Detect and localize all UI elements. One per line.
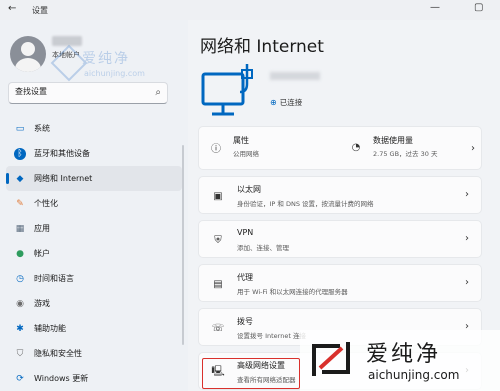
back-arrow-icon[interactable]: ← bbox=[8, 3, 16, 14]
minimize-button[interactable]: — bbox=[430, 2, 440, 13]
search-box[interactable]: ⌕ bbox=[8, 82, 168, 104]
sidebar-item-bluetooth[interactable]: ᛒ 蓝牙和其他设备 bbox=[6, 141, 182, 166]
sidebar-item-time-language[interactable]: ◷ 时间和语言 bbox=[6, 266, 182, 291]
wifi-icon: ◆ bbox=[16, 173, 24, 184]
sidebar-item-label: Windows 更新 bbox=[34, 374, 89, 383]
monitor-icon: ▭ bbox=[15, 123, 25, 134]
scrollbar[interactable] bbox=[182, 145, 184, 345]
proxy-icon: ▤ bbox=[213, 278, 223, 290]
title-bar: ← 设置 — ▢ bbox=[0, 0, 500, 20]
sidebar-item-label: 辅助功能 bbox=[34, 324, 66, 333]
sidebar-item-label: 时间和语言 bbox=[34, 274, 74, 283]
card-subtitle: 身份验证，IP 和 DNS 设置，按流量计费的网络 bbox=[237, 200, 374, 208]
sidebar-item-label: 隐私和安全性 bbox=[34, 349, 82, 358]
page-title: 网络和 Internet bbox=[200, 37, 324, 57]
dialup-card[interactable]: ☏ 拨号 设置拨号 Internet 连接 › bbox=[198, 308, 482, 346]
sidebar-item-personalization[interactable]: ✎ 个性化 bbox=[6, 191, 182, 216]
brush-icon: ✎ bbox=[16, 198, 24, 209]
sidebar-item-apps[interactable]: ▦ 应用 bbox=[6, 216, 182, 241]
dialup-icon: ☏ bbox=[211, 322, 225, 334]
shield-icon: ⛉ bbox=[16, 348, 24, 359]
chevron-right-icon: › bbox=[471, 143, 475, 154]
search-input[interactable] bbox=[15, 87, 145, 96]
sidebar-item-system[interactable]: ▭ 系统 bbox=[6, 116, 182, 141]
sidebar-item-accounts[interactable]: ● 帐户 bbox=[6, 241, 182, 266]
chevron-right-icon: › bbox=[465, 233, 469, 244]
sidebar-item-label: 应用 bbox=[34, 224, 50, 233]
left-pane: 本地帐户 ⌕ ▭ 系统 ᛒ 蓝牙和其他设备 ◆ 网络和 Internet ✎ 个… bbox=[0, 20, 188, 391]
person-icon: ● bbox=[16, 248, 24, 259]
account-type-label: 本地帐户 bbox=[52, 51, 80, 59]
apps-icon: ▦ bbox=[15, 223, 25, 234]
connection-status-label: 已连接 bbox=[279, 98, 303, 107]
network-properties-bar: ⓘ 属性 公用网络 ◔ 数据使用量 2.75 GB，过去 30 天 › bbox=[198, 126, 482, 170]
network-monitor-icon bbox=[201, 64, 253, 116]
vpn-shield-icon: ⛨ bbox=[214, 234, 222, 246]
card-title: VPN bbox=[237, 228, 254, 237]
globe-icon: ⊕ bbox=[270, 98, 277, 107]
avatar[interactable] bbox=[10, 36, 46, 72]
card-title: 拨号 bbox=[237, 317, 253, 326]
sidebar-item-privacy[interactable]: ⛉ 隐私和安全性 bbox=[6, 341, 182, 366]
sidebar-item-accessibility[interactable]: ✱ 辅助功能 bbox=[6, 316, 182, 341]
update-icon: ⟳ bbox=[16, 373, 24, 384]
globe-clock-icon: ◷ bbox=[16, 273, 24, 284]
bluetooth-icon: ᛒ bbox=[14, 147, 26, 160]
data-usage-title: 数据使用量 bbox=[373, 136, 413, 145]
search-icon[interactable]: ⌕ bbox=[155, 87, 161, 98]
sidebar-nav: ▭ 系统 ᛒ 蓝牙和其他设备 ◆ 网络和 Internet ✎ 个性化 ▦ 应用… bbox=[6, 116, 182, 391]
pie-chart-icon: ◔ bbox=[351, 141, 361, 153]
sidebar-item-label: 帐户 bbox=[34, 249, 50, 258]
sidebar-item-label: 蓝牙和其他设备 bbox=[34, 149, 90, 158]
card-subtitle: 用于 Wi-Fi 和以太网连接的代理服务器 bbox=[237, 288, 348, 296]
accessibility-icon: ✱ bbox=[16, 323, 24, 334]
sidebar-item-gaming[interactable]: ◉ 游戏 bbox=[6, 291, 182, 316]
ethernet-card[interactable]: ▣ 以太网 身份验证，IP 和 DNS 设置，按流量计费的网络 › bbox=[198, 176, 482, 214]
chevron-right-icon: › bbox=[465, 321, 469, 332]
sidebar-item-network[interactable]: ◆ 网络和 Internet bbox=[6, 166, 182, 191]
vpn-card[interactable]: ⛨ VPN 添加、连接、管理 › bbox=[198, 220, 482, 258]
main-pane: 网络和 Internet ⊕ 已连接 ⓘ 属性 公用网络 ◔ 数据使用量 2.75… bbox=[188, 20, 500, 391]
data-usage-button[interactable]: ◔ 数据使用量 2.75 GB，过去 30 天 › bbox=[341, 127, 483, 171]
properties-subtitle: 公用网络 bbox=[233, 150, 259, 158]
card-subtitle: 添加、连接、管理 bbox=[237, 244, 289, 252]
properties-title: 属性 bbox=[233, 136, 249, 145]
sidebar-item-label: 游戏 bbox=[34, 299, 50, 308]
gamepad-icon: ◉ bbox=[16, 298, 24, 309]
ethernet-icon: ▣ bbox=[213, 190, 223, 202]
connection-status: ⊕ 已连接 bbox=[270, 97, 302, 108]
properties-button[interactable]: ⓘ 属性 公用网络 bbox=[199, 127, 341, 171]
app-title: 设置 bbox=[32, 6, 48, 15]
card-subtitle: 设置拨号 Internet 连接 bbox=[237, 332, 306, 340]
user-name-redacted bbox=[52, 36, 82, 46]
card-title: 代理 bbox=[237, 273, 253, 282]
chevron-right-icon: › bbox=[465, 189, 469, 200]
proxy-card[interactable]: ▤ 代理 用于 Wi-Fi 和以太网连接的代理服务器 › bbox=[198, 264, 482, 302]
highlight-box bbox=[202, 358, 300, 389]
info-icon: ⓘ bbox=[211, 143, 221, 155]
sidebar-item-label: 系统 bbox=[34, 124, 50, 133]
maximize-button[interactable]: ▢ bbox=[474, 2, 483, 13]
network-name-redacted bbox=[270, 72, 320, 80]
chevron-right-icon: › bbox=[465, 277, 469, 288]
sidebar-item-windows-update[interactable]: ⟳ Windows 更新 bbox=[6, 366, 182, 391]
sidebar-item-label: 个性化 bbox=[34, 199, 58, 208]
sidebar-item-label: 网络和 Internet bbox=[34, 174, 93, 183]
data-usage-subtitle: 2.75 GB，过去 30 天 bbox=[373, 150, 438, 158]
card-title: 以太网 bbox=[237, 185, 261, 194]
chevron-right-icon: › bbox=[465, 365, 469, 376]
